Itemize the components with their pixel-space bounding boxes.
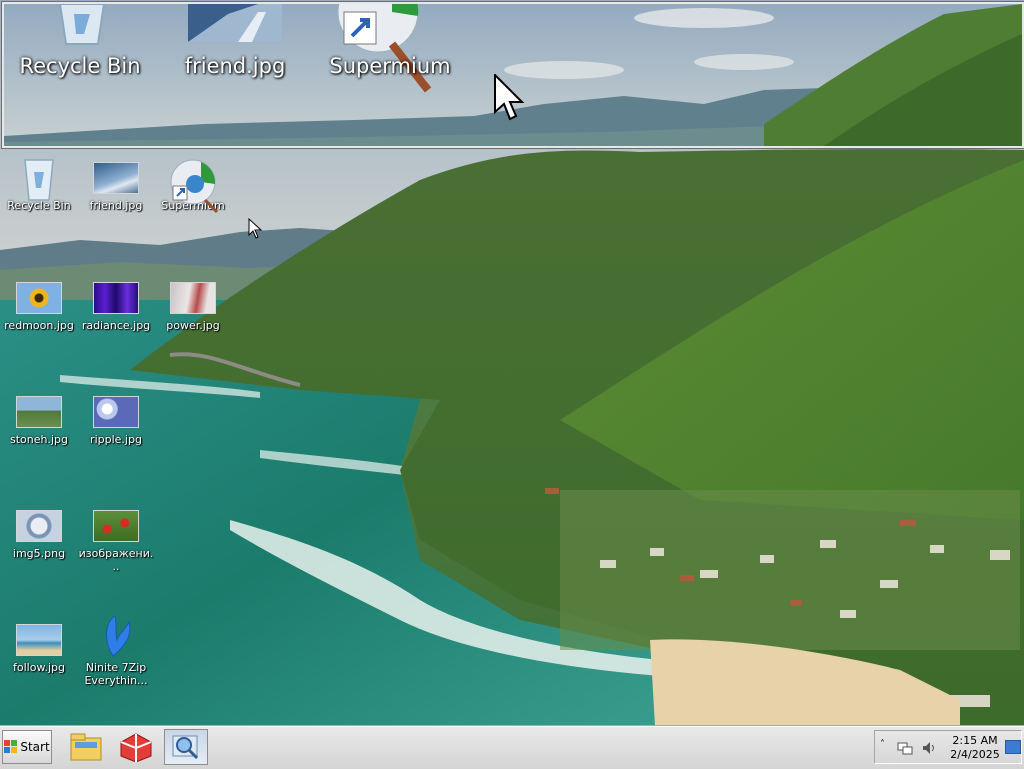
taskbar-file-explorer[interactable] xyxy=(64,729,108,765)
start-label: Start xyxy=(20,740,50,754)
chevron-up-icon[interactable]: ˄ xyxy=(880,739,885,750)
image-file-icon xyxy=(93,510,139,542)
desktop-icon-follow[interactable]: follow.jpg xyxy=(1,620,77,674)
network-icon[interactable] xyxy=(897,740,913,756)
magnifier-icon xyxy=(172,735,199,760)
windows-logo-icon xyxy=(4,740,18,753)
desktop-icon-label: ripple.jpg xyxy=(90,433,142,446)
desktop-icon-label: radiance.jpg xyxy=(81,319,151,332)
taskbar: Start ˄ 2:15 AM 2/4/2025 xyxy=(0,726,1024,769)
magnified-label-supermium: Supermium xyxy=(329,54,451,78)
desktop-icon-label: friend.jpg xyxy=(89,199,143,212)
desktop-icon-label: power.jpg xyxy=(166,319,220,332)
magnified-label-friend: friend.jpg xyxy=(184,54,286,78)
magnified-cursor-icon xyxy=(494,74,524,121)
clock-time: 2:15 AM xyxy=(952,734,998,747)
desktop-icon-recycle-bin[interactable]: Recycle Bin xyxy=(1,158,77,212)
system-tray: ˄ 2:15 AM 2/4/2025 xyxy=(874,730,1022,764)
desktop-icon-label: redmoon.jpg xyxy=(4,319,74,332)
image-file-icon xyxy=(188,4,282,42)
image-file-icon xyxy=(16,624,62,656)
desktop-icon-friend[interactable]: friend.jpg xyxy=(78,158,154,212)
volume-icon[interactable] xyxy=(921,740,937,756)
show-desktop-icon[interactable] xyxy=(1005,740,1021,754)
desktop-icon-izobrazhenie[interactable]: изображени... xyxy=(78,506,154,573)
desktop-icon-label: изображени... xyxy=(78,547,154,573)
desktop-icon-img5[interactable]: img5.png xyxy=(1,506,77,560)
magnified-label-recycle-bin: Recycle Bin xyxy=(19,54,141,78)
image-file-icon xyxy=(170,282,216,314)
mouse-cursor-icon xyxy=(248,218,262,239)
taskbar-magnifier[interactable] xyxy=(164,729,208,765)
desktop-icon-ripple[interactable]: ripple.jpg xyxy=(78,392,154,446)
magnifier-zoom-window[interactable]: Recycle Bin friend.jpg Supermium xyxy=(2,2,1024,148)
ninite-installer-icon xyxy=(106,615,131,657)
desktop-icon-radiance[interactable]: radiance.jpg xyxy=(78,278,154,332)
desktop-icon-label: img5.png xyxy=(12,547,66,560)
start-button[interactable]: Start xyxy=(2,730,52,764)
desktop-icon-stoneh[interactable]: stoneh.jpg xyxy=(1,392,77,446)
image-file-icon xyxy=(93,282,139,314)
desktop-icon-supermium[interactable]: Supermium xyxy=(155,158,231,214)
recycle-bin-icon xyxy=(24,159,54,201)
desktop-icon-label: stoneh.jpg xyxy=(9,433,68,446)
image-file-icon xyxy=(16,510,62,542)
desktop-icon-ninite[interactable]: Ninite 7Zip Everythin... xyxy=(78,614,154,687)
supermium-browser-icon xyxy=(337,4,432,93)
desktop-icon-power[interactable]: power.jpg xyxy=(155,278,231,332)
image-file-icon xyxy=(93,396,139,428)
supermium-browser-icon xyxy=(170,159,219,214)
file-explorer-icon xyxy=(70,733,102,761)
clock[interactable]: 2:15 AM 2/4/2025 xyxy=(949,734,1001,762)
desktop-icon-label: follow.jpg xyxy=(13,661,65,674)
image-file-icon xyxy=(16,282,62,314)
recycle-bin-icon xyxy=(58,4,106,45)
image-file-icon xyxy=(16,396,62,428)
taskbar-app-cube[interactable] xyxy=(114,729,158,765)
app-cube-icon xyxy=(120,733,152,762)
desktop[interactable]: Recycle Bin friend.jpg Supermium Recycle… xyxy=(0,0,1024,726)
clock-date: 2/4/2025 xyxy=(950,748,1000,761)
image-file-icon xyxy=(93,162,139,194)
desktop-icon-redmoon[interactable]: redmoon.jpg xyxy=(1,278,77,332)
desktop-icon-label: Ninite 7Zip Everythin... xyxy=(84,661,148,687)
